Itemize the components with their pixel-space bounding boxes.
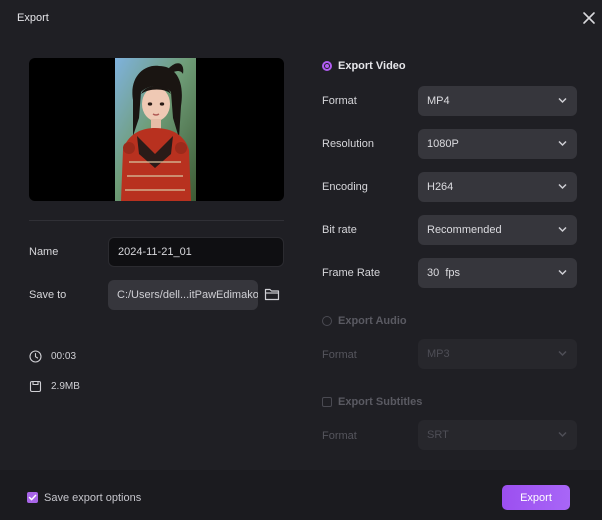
chevron-down-icon [558,350,567,357]
name-input[interactable]: 2024-11-21_01 [108,237,284,267]
file-size-icon [29,380,42,393]
divider [29,220,284,221]
video-preview [29,58,284,201]
bitrate-dropdown[interactable]: Recommended [418,215,577,245]
format-label: Format [322,95,357,107]
name-label: Name [29,246,59,258]
chevron-down-icon [558,226,567,233]
audio-format-label: Format [322,349,357,361]
save-path-field[interactable]: C:/Users/dell...itPawEdimakor [108,280,258,310]
subtitles-format-dropdown: SRT [418,420,577,450]
bitrate-label: Bit rate [322,224,357,236]
framerate-value: 30 fps [427,267,461,279]
chevron-down-icon [558,140,567,147]
resolution-label: Resolution [322,138,374,150]
checkmark-icon [28,494,37,501]
save-to-label: Save to [29,289,67,301]
format-dropdown[interactable]: MP4 [418,86,577,116]
export-subtitles-option[interactable]: Export Subtitles [322,396,422,408]
save-options-checkbox[interactable] [27,492,38,503]
encoding-dropdown[interactable]: H264 [418,172,577,202]
audio-format-value: MP3 [427,348,450,360]
export-video-heading: Export Video [338,60,406,72]
title-bar: Export [0,0,602,36]
subtitles-format-value: SRT [427,429,449,441]
export-subtitles-checkbox[interactable] [322,397,332,407]
bitrate-value: Recommended [427,224,502,236]
format-value: MP4 [427,95,450,107]
export-video-option[interactable]: Export Video [322,60,406,72]
chevron-down-icon [558,269,567,276]
encoding-value: H264 [427,181,454,193]
chevron-down-icon [558,183,567,190]
framerate-label: Frame Rate [322,267,381,279]
export-video-radio[interactable] [322,61,332,71]
encoding-label: Encoding [322,181,368,193]
audio-format-dropdown: MP3 [418,339,577,369]
folder-icon[interactable] [264,287,280,301]
export-audio-heading: Export Audio [338,315,407,327]
export-subtitles-heading: Export Subtitles [338,396,423,408]
preview-thumbnail [115,58,196,201]
subtitles-format-label: Format [322,430,357,442]
resolution-dropdown[interactable]: 1080P [418,129,577,159]
clock-icon [29,350,42,363]
duration-value: 00:03 [51,351,77,362]
framerate-dropdown[interactable]: 30 fps [418,258,577,288]
dialog-title: Export [17,12,49,24]
file-size-value: 2.9MB [51,381,80,392]
export-audio-option[interactable]: Export Audio [322,315,407,327]
export-audio-radio[interactable] [322,316,332,326]
resolution-value: 1080P [427,138,459,150]
close-icon[interactable] [580,9,598,27]
export-button[interactable]: Export [502,485,570,510]
chevron-down-icon [558,97,567,104]
chevron-down-icon [558,431,567,438]
save-options-label: Save export options [44,492,142,504]
